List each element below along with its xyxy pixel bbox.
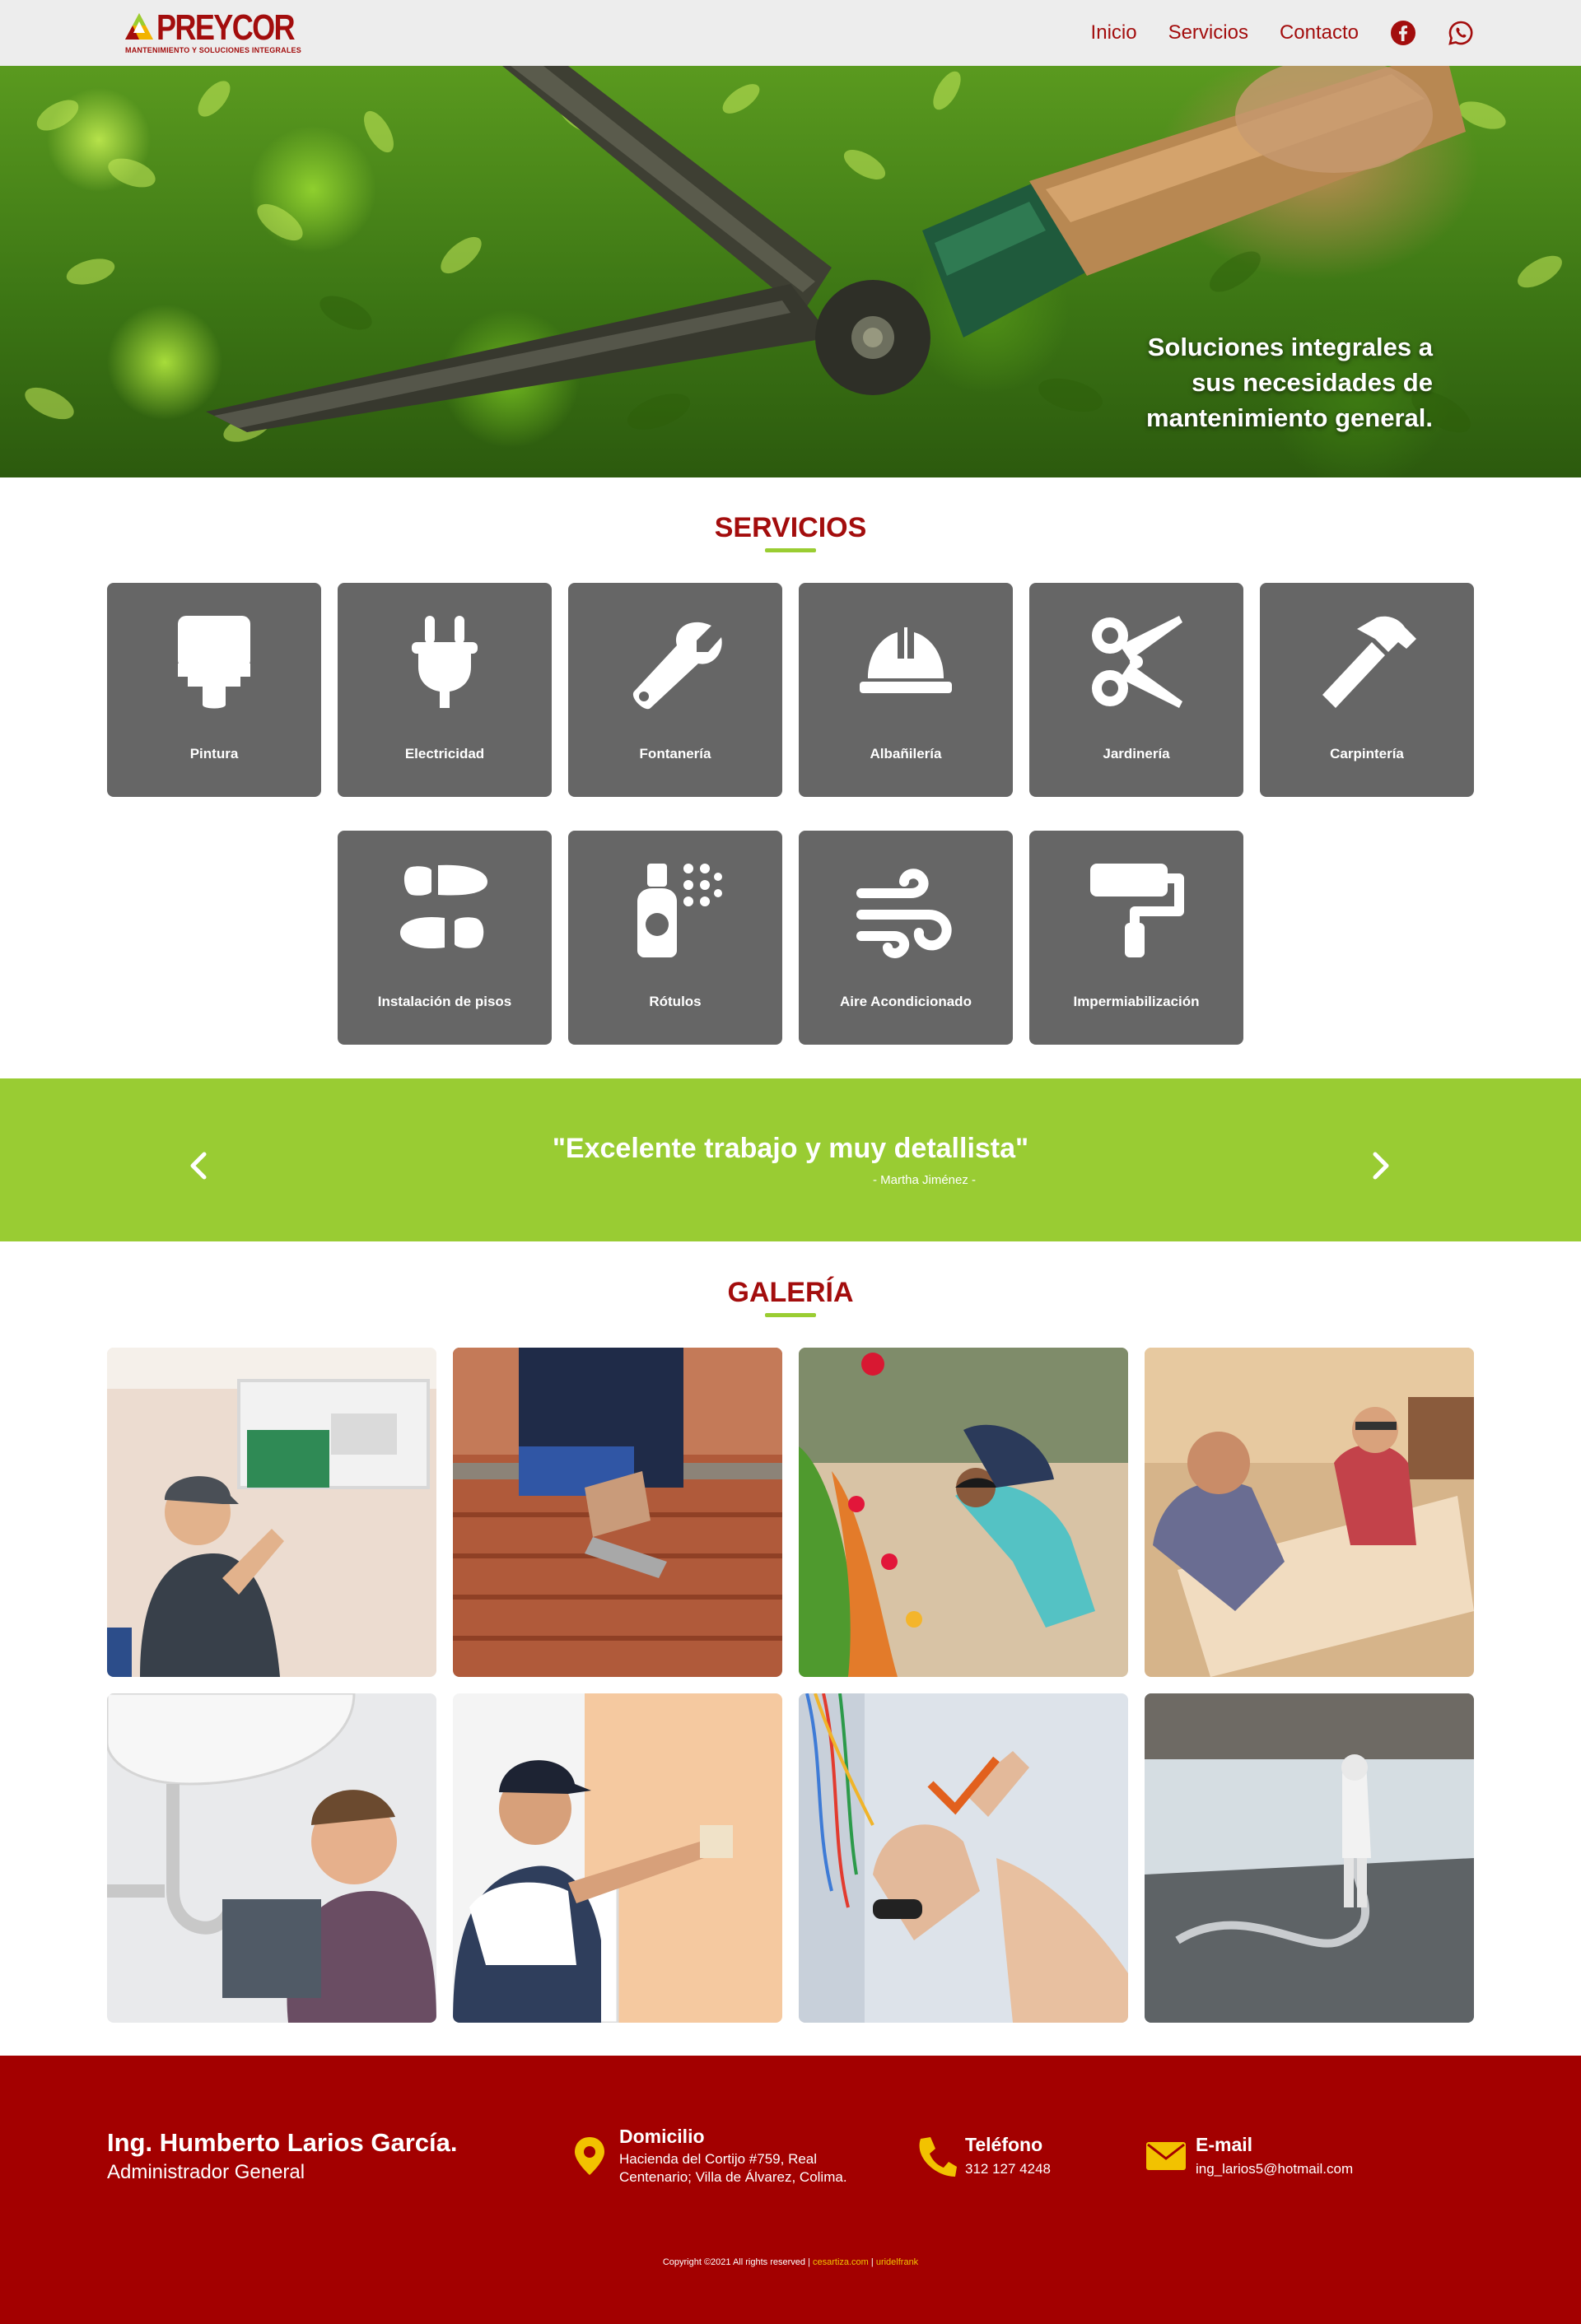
service-label: Instalación de pisos	[377, 994, 512, 1009]
hero-banner: Soluciones integrales a sus necesidades …	[0, 66, 1581, 477]
service-card-aire-acondicionado[interactable]: Aire Acondicionado	[799, 831, 1013, 1045]
service-card-impermiabilizacion[interactable]: Impermiabilización	[1029, 831, 1243, 1045]
services-title: SERVICIOS	[714, 512, 867, 543]
testimonial-author: - Martha Jiménez -	[873, 1173, 977, 1187]
phone-icon	[919, 2137, 957, 2177]
service-label: Impermiabilización	[1073, 994, 1200, 1009]
footer-email: E-mail ing_larios5@hotmail.com	[1145, 2134, 1416, 2183]
gallery-photo-painter[interactable]	[453, 1693, 782, 2023]
footer-phone-value[interactable]: 312 127 4248	[965, 2160, 1051, 2178]
logo-tagline: MANTENIMIENTO Y SOLUCIONES INTEGRALES	[125, 46, 301, 54]
gallery-title: GALERÍA	[727, 1277, 854, 1308]
service-card-jardineria[interactable]: Jardinería	[1029, 583, 1243, 797]
service-label: Albañilería	[870, 746, 942, 761]
gallery-photo-plumber[interactable]	[107, 1693, 436, 2023]
footer-email-title: E-mail	[1196, 2134, 1253, 2155]
footer-address: Domicilio Hacienda del Cortijo #759, Rea…	[568, 2126, 865, 2200]
service-card-rotulos[interactable]: Rótulos	[568, 831, 782, 1045]
wind-icon	[856, 869, 952, 958]
credit-link-uridelfrank[interactable]: uridelfrank	[876, 2257, 918, 2267]
service-card-instalacion-pisos[interactable]: Instalación de pisos	[338, 831, 552, 1045]
footer-contact-role: Administrador General	[107, 2161, 305, 2183]
footer: Ing. Humberto Larios García. Administrad…	[0, 2056, 1581, 2324]
credit-link-cesartiza[interactable]: cesartiza.com	[813, 2257, 869, 2267]
gallery-photo-electrician[interactable]	[799, 1693, 1128, 2023]
footer-email-value[interactable]: ing_larios5@hotmail.com	[1196, 2160, 1353, 2178]
footer-phone-title: Teléfono	[965, 2134, 1043, 2155]
service-card-pintura[interactable]: Pintura	[107, 583, 321, 797]
service-card-carpinteria[interactable]: Carpintería	[1260, 583, 1474, 797]
bricklayer-photo	[453, 1348, 782, 1677]
navbar: PREYCOR MANTENIMIENTO Y SOLUCIONES INTEG…	[0, 0, 1581, 66]
footer-address-title: Domicilio	[619, 2126, 705, 2147]
service-label: Pintura	[189, 746, 239, 761]
waterproofing-roof-photo	[1145, 1693, 1474, 2023]
electrician-photo	[799, 1693, 1128, 2023]
logo[interactable]: PREYCOR MANTENIMIENTO Y SOLUCIONES INTEG…	[124, 8, 305, 58]
gallery-title-underline	[765, 1313, 816, 1317]
service-label: Fontanería	[639, 746, 711, 761]
carousel-next-arrow-icon[interactable]	[1365, 1146, 1398, 1185]
footer-phone: Teléfono 312 127 4248	[914, 2134, 1120, 2183]
gallery-photo-air-conditioner[interactable]	[107, 1348, 436, 1677]
copyright: Copyright ©2021 All rights reserved | ce…	[0, 2257, 1581, 2267]
service-card-albanileria[interactable]: Albañilería	[799, 583, 1013, 797]
painter-photo	[453, 1693, 782, 2023]
gardeners-photo	[799, 1348, 1128, 1677]
services-title-underline	[765, 548, 816, 552]
logo-name: PREYCOR	[156, 7, 296, 48]
air-conditioner-technician-photo	[107, 1348, 436, 1677]
footer-address-line1: Hacienda del Cortijo #759, Real	[619, 2151, 818, 2167]
credit-separator: |	[870, 2257, 874, 2267]
envelope-icon	[1146, 2142, 1186, 2170]
logo-mark-icon	[125, 13, 153, 40]
nav-link-servicios[interactable]: Servicios	[1168, 21, 1248, 44]
wrench-icon	[632, 622, 722, 710]
gallery-photo-carpenters[interactable]	[1145, 1348, 1474, 1677]
service-label: Jardinería	[1103, 746, 1170, 761]
hero-caption: Soluciones integrales a sus necesidades …	[1146, 333, 1433, 432]
footer-contact-name: Ing. Humberto Larios García.	[107, 2128, 458, 2157]
paint-brush-icon	[178, 616, 250, 709]
hard-hat-icon	[860, 627, 952, 693]
service-card-electricidad[interactable]: Electricidad	[338, 583, 552, 797]
testimonial-quote: "Excelente trabajo y muy detallista"	[552, 1133, 1029, 1164]
service-card-fontaneria[interactable]: Fontanería	[568, 583, 782, 797]
paint-roller-icon	[1090, 864, 1184, 957]
footer-address-line2: Centenario; Villa de Álvarez, Colima.	[619, 2169, 847, 2185]
testimonial-carousel: "Excelente trabajo y muy detallista" - M…	[0, 1078, 1581, 1241]
shoe-prints-icon	[400, 864, 487, 949]
nav-link-contacto[interactable]: Contacto	[1280, 21, 1359, 44]
facebook-icon[interactable]	[1390, 20, 1416, 46]
map-marker-icon	[575, 2137, 604, 2175]
service-label: Carpintería	[1330, 746, 1404, 761]
service-label: Aire Acondicionado	[840, 994, 972, 1009]
hammer-icon	[1322, 616, 1416, 708]
service-label: Rótulos	[649, 994, 702, 1009]
carpenters-photo	[1145, 1348, 1474, 1677]
plug-icon	[412, 616, 478, 708]
main-nav: Inicio Servicios Contacto	[1060, 0, 1474, 66]
gallery-photo-waterproofing[interactable]	[1145, 1693, 1474, 2023]
whatsapp-icon[interactable]	[1448, 20, 1474, 46]
nav-link-inicio[interactable]: Inicio	[1091, 21, 1137, 44]
gallery-photo-bricklayer[interactable]	[453, 1348, 782, 1677]
scissors-icon	[1092, 616, 1182, 708]
plumber-photo	[107, 1693, 436, 2023]
spray-can-icon	[637, 864, 722, 957]
gallery-photo-gardeners[interactable]	[799, 1348, 1128, 1677]
service-label: Electricidad	[404, 746, 485, 761]
copyright-text: Copyright ©2021 All rights reserved |	[662, 2257, 810, 2267]
